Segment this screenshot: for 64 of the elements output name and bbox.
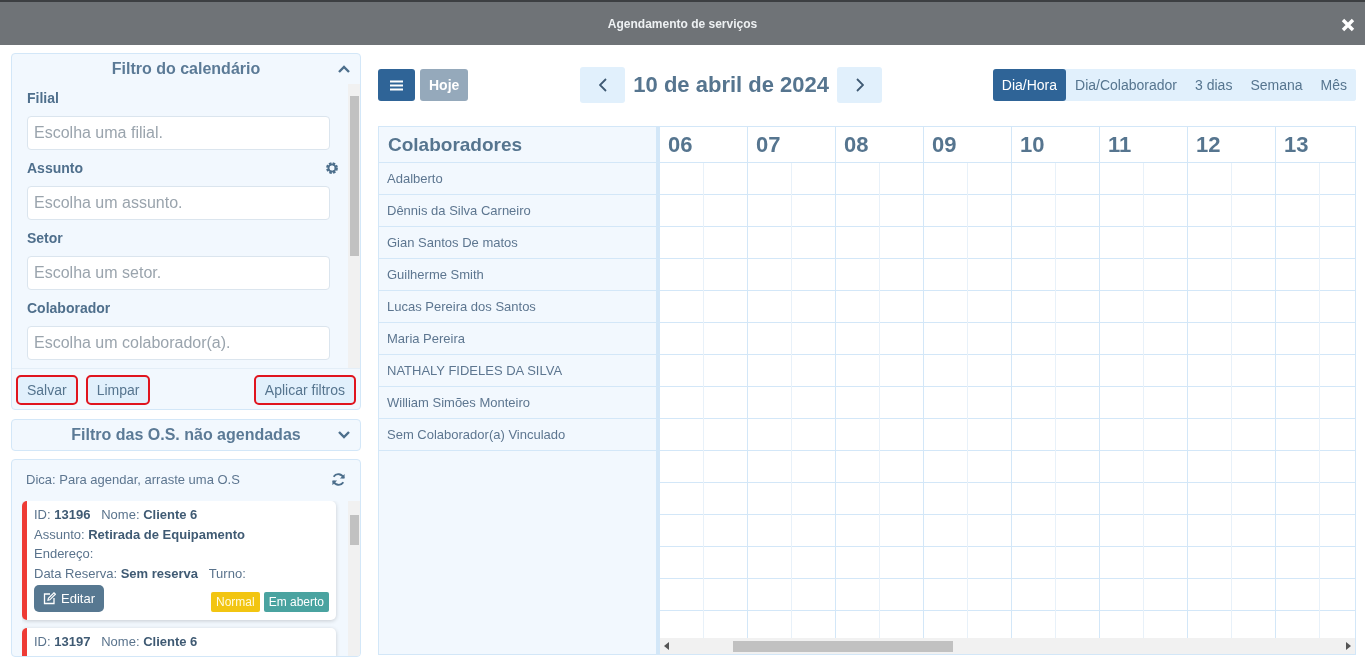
order-card[interactable]: ID: 13196 Nome: Cliente 6 Assunto: Retirada de Equipamento Endereço: Data Reserva: Sem reserva Turno: Editar Normal Em aberto: [22, 501, 336, 620]
scrollbar[interactable]: [348, 84, 360, 368]
order-detail: Assunto: Retirada de Equipamento: [34, 525, 246, 544]
chevron-down-icon[interactable]: [338, 431, 350, 439]
collaborator-name: Gian Santos De matos: [379, 227, 656, 259]
hour-header: 07: [748, 127, 836, 162]
hour-header: 12: [1188, 127, 1276, 162]
window-title: Agendamento de serviços: [607, 16, 758, 31]
select-field[interactable]: Escolha um setor.: [27, 256, 330, 290]
scroll-left-icon[interactable]: [664, 642, 669, 650]
refresh-icon[interactable]: [331, 472, 346, 487]
edit-icon: [43, 592, 56, 605]
next-button[interactable]: [837, 67, 882, 103]
hour-header: 11: [1100, 127, 1188, 162]
status-tag: Em aberto: [263, 592, 329, 612]
chevron-left-icon: [598, 78, 607, 92]
field-label: Setor: [27, 230, 63, 246]
status-tag: Normal: [210, 592, 260, 612]
collaborator-name: Dênnis da Silva Carneiro: [379, 195, 656, 227]
hour-header: 13: [1276, 127, 1355, 162]
chevron-right-icon: [855, 78, 864, 92]
column-header: Colaboradores: [379, 127, 656, 163]
order-detail: Endereço:: [34, 545, 95, 563]
panel-title: Filtro das O.S. não agendadas: [71, 426, 301, 444]
filter-button[interactable]: Limpar: [85, 375, 151, 405]
field-label: Filial: [27, 90, 59, 106]
filter-panel[interactable]: Filtro das O.S. não agendadas: [11, 419, 361, 451]
order-detail: Data Reserva: Sem reserva Turno:: [34, 564, 247, 583]
hour-header: 09: [924, 127, 1012, 162]
collaborator-name: NATHALY FIDELES DA SILVA: [379, 355, 656, 387]
scrollbar[interactable]: [660, 638, 1355, 654]
collaborator-name: Guilherme Smith: [379, 259, 656, 291]
collaborator-name: Maria Pereira: [379, 323, 656, 355]
filter-button[interactable]: Salvar: [16, 375, 78, 405]
hour-header: 06: [660, 127, 748, 162]
field-label: Colaborador: [27, 300, 111, 316]
field-label: Assunto: [27, 160, 83, 176]
select-field[interactable]: Escolha um assunto.: [27, 186, 330, 220]
today-button[interactable]: Hoje: [420, 69, 469, 101]
hour-header: 10: [1012, 127, 1100, 162]
scrollbar[interactable]: [348, 501, 360, 656]
settings-icon[interactable]: [325, 161, 339, 175]
close-icon[interactable]: [1341, 18, 1355, 32]
order-card[interactable]: ID: 13197 Nome: Cliente 6: [22, 628, 336, 656]
chevron-up-icon[interactable]: [338, 65, 350, 73]
collaborator-name: Sem Colaborador(a) Vinculado: [379, 419, 656, 451]
panel-title: Filtro do calendário: [111, 60, 261, 78]
select-field[interactable]: Escolha uma filial.: [27, 116, 330, 150]
order-detail: ID: 13196 Nome: Cliente 6: [34, 506, 199, 524]
order-detail: ID: 13197 Nome: Cliente 6: [34, 633, 199, 651]
collaborator-name: William Simões Monteiro: [379, 387, 656, 419]
previous-button[interactable]: [580, 67, 626, 103]
collaborator-name: Lucas Pereira dos Santos: [379, 291, 656, 323]
date-title: 10 de abril de 2024: [633, 72, 829, 98]
menu-button[interactable]: [378, 69, 415, 101]
edit-button[interactable]: Editar: [34, 585, 104, 612]
select-field[interactable]: Escolha um colaborador(a).: [27, 326, 330, 360]
filter-button[interactable]: Aplicar filtros: [253, 375, 356, 405]
hint-text: Dica: Para agendar, arraste uma O.S: [26, 472, 240, 487]
collaborator-name: Adalberto: [379, 163, 656, 195]
view-tab[interactable]: Dia/Hora: [992, 69, 1067, 101]
hour-header: 08: [836, 127, 924, 162]
scroll-right-icon[interactable]: [1346, 642, 1351, 650]
menu-icon: [390, 79, 403, 91]
